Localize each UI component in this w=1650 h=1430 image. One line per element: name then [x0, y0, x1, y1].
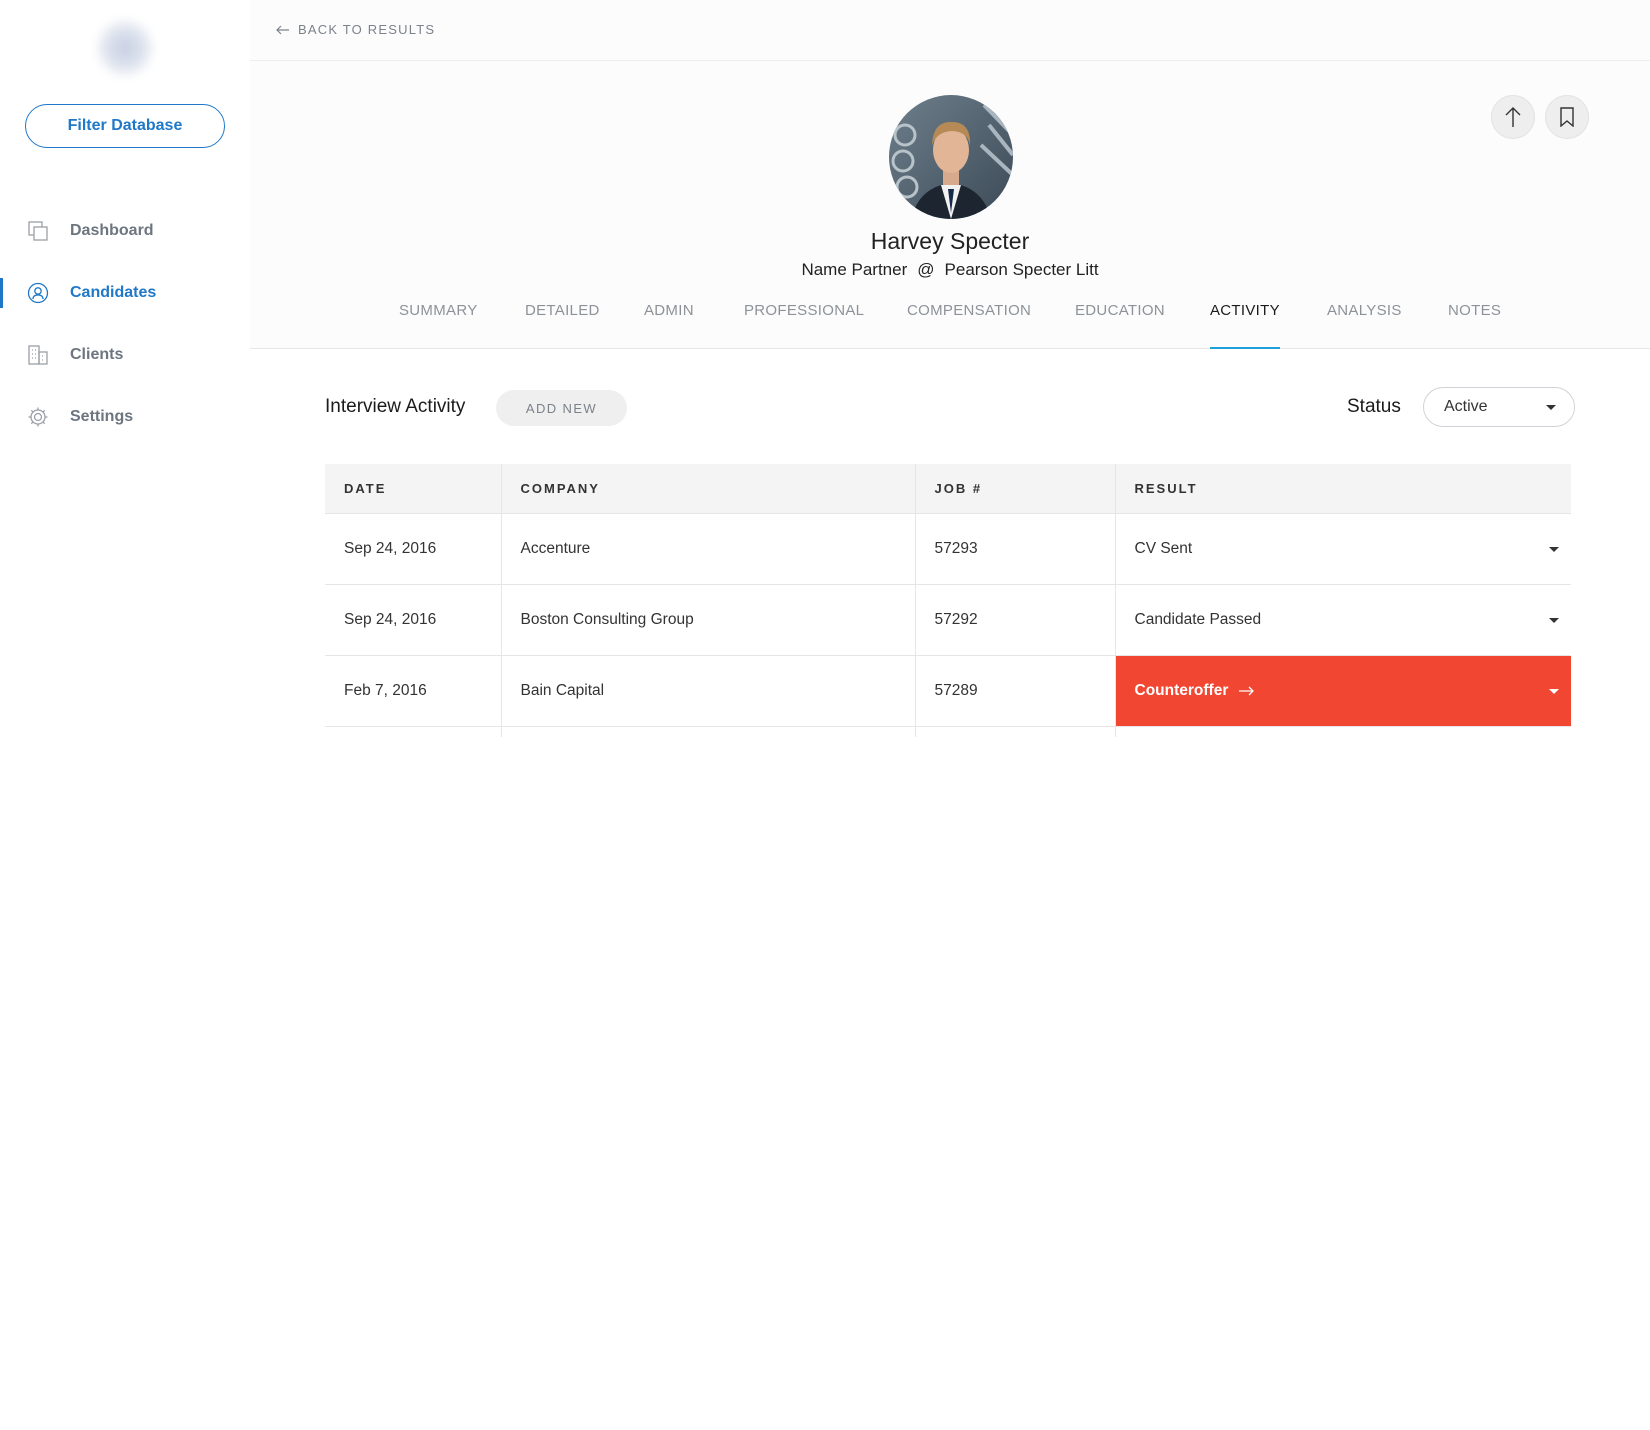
tab-detailed[interactable]: DETAILED: [525, 292, 600, 349]
tab-education[interactable]: EDUCATION: [1075, 292, 1165, 349]
logo: [95, 18, 155, 78]
candidate-company: Pearson Specter Litt: [944, 260, 1099, 279]
back-label: BACK TO RESULTS: [298, 22, 436, 37]
cell-job: 57292: [915, 584, 1116, 656]
gear-icon: [27, 406, 49, 428]
result-value: Counteroffer: [1134, 681, 1229, 699]
arrow-up-icon: [1504, 106, 1522, 128]
tab-professional[interactable]: PROFESSIONAL: [744, 292, 864, 349]
column-header-result: RESULT: [1115, 464, 1571, 514]
arrow-right-icon: [1238, 686, 1255, 696]
caret-down-icon: [1549, 688, 1559, 694]
section-title: Interview Activity: [325, 396, 466, 417]
cell-job: 57293: [915, 513, 1116, 585]
result-select[interactable]: CV Sent: [1115, 513, 1571, 585]
sidebar: Filter Database Dashboard Candidates Cli…: [0, 0, 250, 1430]
activity-header: Interview Activity ADD NEW Status Active: [325, 387, 1575, 428]
table-header-row: DATE COMPANY JOB # RESULT: [325, 464, 1571, 514]
status-value: Active: [1444, 398, 1488, 415]
activity-table: DATE COMPANY JOB # RESULT Sep 24, 2016 A…: [325, 464, 1571, 727]
status-select[interactable]: Active: [1423, 387, 1575, 427]
result-select[interactable]: Candidate Passed: [1115, 584, 1571, 656]
result-value: Candidate Passed: [1134, 610, 1262, 628]
cell-company: Boston Consulting Group: [501, 584, 916, 656]
table-row: Sep 24, 2016 Accenture 57293 CV Sent: [325, 513, 1571, 585]
column-header-date: DATE: [325, 464, 502, 514]
result-value: CV Sent: [1134, 539, 1193, 557]
main-content: BACK TO RESULTS Harvey Specter Name Part…: [250, 0, 1650, 1430]
tab-compensation[interactable]: COMPENSATION: [907, 292, 1031, 349]
status-label: Status: [1347, 396, 1401, 417]
sidebar-item-settings[interactable]: Settings: [0, 386, 250, 448]
sidebar-item-label: Clients: [70, 346, 124, 363]
profile-tabs: SUMMARY DETAILED ADMIN PROFESSIONAL COMP…: [250, 292, 1650, 349]
column-header-job: JOB #: [915, 464, 1116, 514]
sidebar-nav: Dashboard Candidates Clients Settings: [0, 200, 250, 448]
tab-notes[interactable]: NOTES: [1448, 292, 1501, 349]
building-icon: [27, 344, 49, 366]
result-select-highlighted[interactable]: Counteroffer: [1115, 655, 1572, 727]
cell-date: Sep 24, 2016: [325, 513, 502, 585]
bookmark-button[interactable]: [1545, 95, 1589, 139]
column-divider: [1115, 727, 1116, 737]
cell-company: Bain Capital: [501, 655, 916, 727]
cell-date: Sep 24, 2016: [325, 584, 502, 656]
top-bar: BACK TO RESULTS: [250, 0, 1650, 61]
cell-job: 57289: [915, 655, 1116, 727]
sidebar-item-label: Candidates: [70, 284, 157, 301]
cell-company: Accenture: [501, 513, 916, 585]
sidebar-item-dashboard[interactable]: Dashboard: [0, 200, 250, 262]
sidebar-item-clients[interactable]: Clients: [0, 324, 250, 386]
tab-admin[interactable]: ADMIN: [644, 292, 694, 349]
caret-down-icon: [1549, 617, 1559, 623]
column-divider: [501, 727, 502, 737]
tab-summary[interactable]: SUMMARY: [399, 292, 478, 349]
tab-activity[interactable]: ACTIVITY: [1210, 292, 1280, 349]
candidate-role: Name Partner @ Pearson Specter Litt: [250, 260, 1650, 280]
arrow-left-icon: [276, 25, 290, 35]
sidebar-item-label: Settings: [70, 408, 134, 425]
tab-analysis[interactable]: ANALYSIS: [1327, 292, 1402, 349]
sidebar-item-label: Dashboard: [70, 222, 154, 239]
bookmark-icon: [1559, 107, 1575, 127]
user-circle-icon: [27, 282, 49, 304]
back-to-results-link[interactable]: BACK TO RESULTS: [276, 22, 435, 37]
result-content: Counteroffer: [1135, 682, 1572, 700]
sidebar-item-candidates[interactable]: Candidates: [0, 262, 250, 324]
caret-down-icon: [1546, 405, 1556, 410]
caret-down-icon: [1549, 546, 1559, 552]
avatar: [889, 95, 1013, 219]
column-header-company: COMPANY: [501, 464, 916, 514]
column-divider: [915, 727, 916, 737]
profile-header: Harvey Specter Name Partner @ Pearson Spec…: [250, 61, 1650, 349]
copy-icon: [27, 220, 49, 242]
table-row: Sep 24, 2016 Boston Consulting Group 572…: [325, 584, 1571, 656]
add-new-button[interactable]: ADD NEW: [496, 390, 627, 426]
candidate-title: Name Partner: [801, 260, 908, 279]
upload-button[interactable]: [1491, 95, 1535, 139]
filter-database-button[interactable]: Filter Database: [25, 104, 225, 148]
cell-date: Feb 7, 2016: [325, 655, 502, 727]
table-tail: [325, 727, 1571, 737]
candidate-name: Harvey Specter: [870, 228, 1030, 254]
table-row: Feb 7, 2016 Bain Capital 57289 Counterof…: [325, 655, 1572, 727]
at-sign: @: [917, 260, 935, 279]
